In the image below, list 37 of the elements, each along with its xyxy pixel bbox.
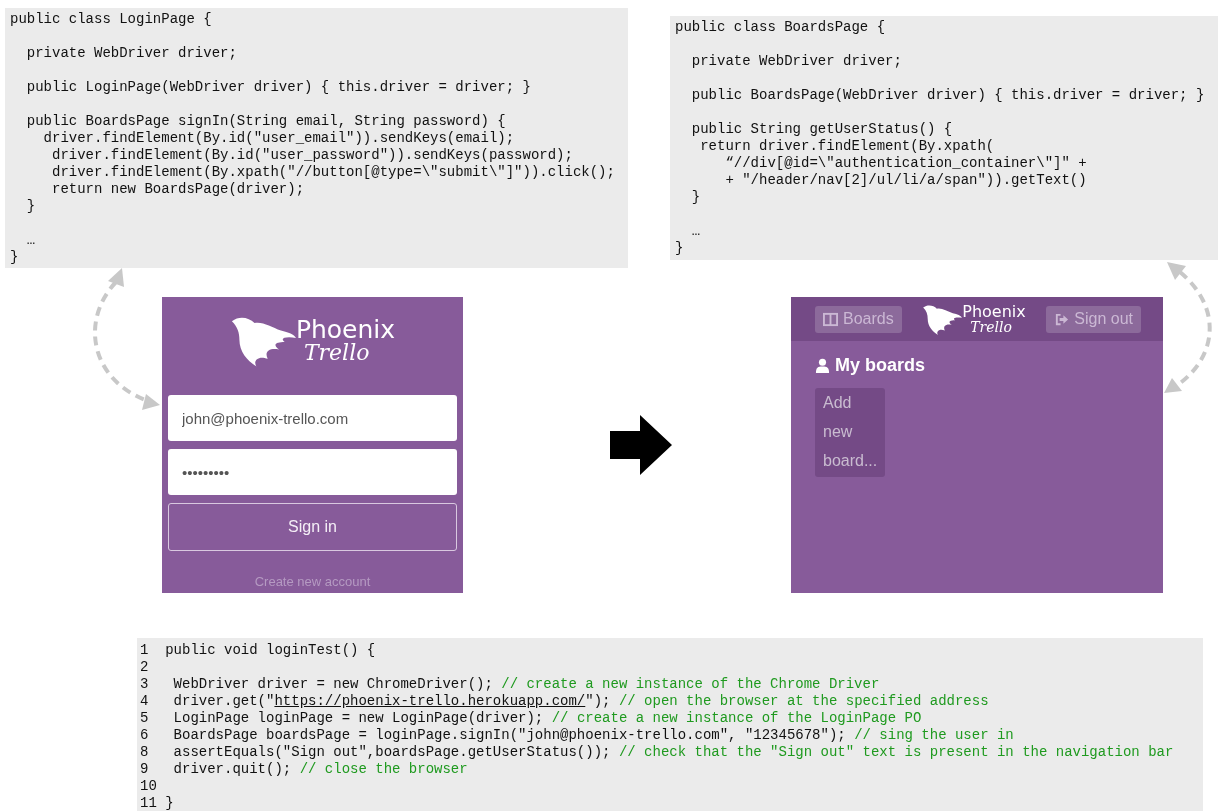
code-snippet: public class LoginPage { private WebDriver driver; public LoginPage(WebDriver driver) { this.driver = driver; } public BoardsPage signIn(String email, String password) { driver.findElement(By.id("user_email")).sendKeys(email); driver.findElement(By.id("user_password")).sendKeys(password); driver.findElement(By.xpath("//button[@type=\"submit\"]")).click(); return new BoardsPage(driver); } … } xyxy=(5,8,628,268)
code-snippet: public class BoardsPage { private WebDriver driver; public BoardsPage(WebDriver driver) { this.driver = driver; } public String getUserStatus() { return driver.findElement(By.xpath( “//div[@id=\"authentication_container\"]" + + "/header/nav[2]/ul/li/a/span")).getText() } … } xyxy=(670,16,1218,260)
code-line: public void loginTest() { xyxy=(165,642,376,659)
logo-text: Trello xyxy=(302,341,371,364)
line-number: 4 xyxy=(140,693,150,710)
url-link[interactable]: https://phoenix-trello.herokuapp.com/ xyxy=(274,693,586,709)
sign-out-button[interactable]: Sign out xyxy=(1046,305,1141,333)
code-line: LoginPage loginPage = new LoginPage(driver); // create a new instance of the LoginPage PO xyxy=(172,710,922,727)
right-arrow xyxy=(610,415,672,475)
boards-button[interactable]: Boards xyxy=(815,305,902,333)
password-field[interactable]: ••••••••• xyxy=(168,449,457,495)
line-number: 1 xyxy=(140,642,150,659)
line-number: 11 xyxy=(140,795,158,811)
code-line: driver.quit(); // close the browser xyxy=(172,761,468,778)
line-number: 3 xyxy=(140,676,150,693)
sign-out-icon xyxy=(1054,311,1070,327)
columns-icon xyxy=(823,311,838,327)
line-number: 2 xyxy=(140,659,150,676)
logo-text: Trello xyxy=(969,320,1013,334)
line-number: 5 xyxy=(140,710,150,727)
line-number: 9 xyxy=(140,761,150,778)
code-line: driver.get("https://phoenix-trello.herokuapp.com/"); // open the browser at the specified address xyxy=(172,693,989,710)
line-number: 8 xyxy=(140,744,150,761)
logo-text: Phoenix xyxy=(295,316,396,342)
code-line: assertEquals("Sign out",boardsPage.getUserStatus()); // check that the "Sign out" text is present in the navigation bar xyxy=(172,744,1174,761)
line-number: 10 xyxy=(140,778,158,795)
user-icon xyxy=(815,358,830,373)
logo-text: Phoenix xyxy=(962,304,1026,320)
sign-in-button[interactable]: Sign in xyxy=(168,503,457,551)
bird-icon xyxy=(922,303,963,335)
line-number: 6 xyxy=(140,727,150,744)
code-line: WebDriver driver = new ChromeDriver(); // create a new instance of the Chrome Driver xyxy=(172,676,880,693)
add-board-card[interactable]: Add new board... xyxy=(815,388,885,477)
code-line: } xyxy=(165,795,174,811)
email-field[interactable]: john@phoenix-trello.com xyxy=(168,395,457,441)
code-line: BoardsPage boardsPage = loginPage.signIn("john@phoenix-trello.com", "12345678"); // sing the user in xyxy=(172,727,1014,744)
section-heading: My boards xyxy=(835,355,926,376)
